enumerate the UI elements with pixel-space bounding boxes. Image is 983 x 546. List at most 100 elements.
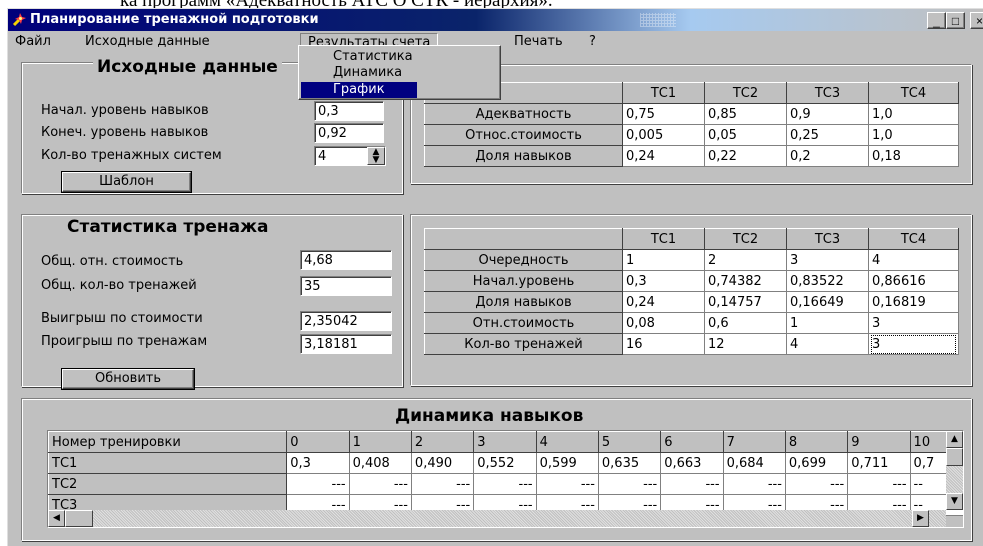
minimize-button[interactable]: _ — [927, 12, 946, 29]
table-cell[interactable]: 0,85 — [704, 103, 787, 125]
table-cell[interactable]: 0,83522 — [786, 270, 869, 292]
column-header: ТС3 — [786, 82, 869, 104]
column-header: ТС2 — [704, 82, 787, 104]
row-header: Доля навыков — [424, 145, 623, 167]
scroll-left-button[interactable]: ◀ — [48, 510, 65, 527]
table-cell[interactable]: --- — [348, 473, 412, 495]
row-header: Кол-во тренажей — [424, 333, 623, 355]
table-cell[interactable]: --- — [847, 473, 911, 495]
column-header: 2 — [410, 431, 475, 453]
table-cell[interactable]: 0,3 — [286, 452, 350, 474]
scroll-right-button[interactable]: ▶ — [912, 510, 929, 527]
table-cell[interactable]: 0,490 — [410, 452, 475, 474]
coefficients-table: ТС1 ТС2 ТС3 ТС4 Адекватность 0,75 0,85 0… — [424, 82, 959, 167]
table-cell[interactable]: --- — [410, 473, 475, 495]
table-cell[interactable]: 0,2 — [786, 145, 869, 167]
table-cell[interactable]: 1 — [622, 249, 705, 271]
table-cell[interactable]: --- — [784, 473, 849, 495]
close-button[interactable]: × — [970, 12, 983, 29]
table-cell-focused[interactable]: 3 — [868, 333, 959, 355]
table-cell[interactable]: 0,08 — [622, 312, 705, 334]
column-header: 5 — [597, 431, 662, 453]
table-cell[interactable]: 0,699 — [784, 452, 849, 474]
row-header: ТС2 — [48, 473, 288, 495]
table-cell[interactable]: 1,0 — [868, 103, 959, 125]
table-cell[interactable]: 0,552 — [473, 452, 537, 474]
table-cell[interactable]: 0,74382 — [704, 270, 787, 292]
scroll-down-button[interactable]: ▼ — [946, 493, 963, 510]
table-cell[interactable]: --- — [286, 473, 350, 495]
total-cost-label: Общ. отн. стоимость — [41, 254, 184, 269]
menu-item-chart[interactable]: График — [301, 82, 417, 98]
window-title: Планирование тренажной подготовки — [30, 12, 319, 27]
table-row: Доля навыков 0,24 0,14757 0,16649 0,1681… — [424, 291, 959, 313]
table-cell[interactable]: --- — [473, 473, 537, 495]
column-header: 6 — [660, 431, 724, 453]
table-cell[interactable]: 0,16649 — [786, 291, 869, 313]
table-cell[interactable]: 0,24 — [622, 291, 705, 313]
maximize-button[interactable]: □ — [946, 12, 965, 29]
table-cell[interactable]: 12 — [704, 333, 787, 355]
table-cell[interactable]: 1 — [786, 312, 869, 334]
cost-gain-field[interactable] — [300, 311, 392, 331]
menu-item-statistics[interactable]: Статистика — [301, 49, 417, 65]
table-cell[interactable]: 0,14757 — [704, 291, 787, 313]
column-header: 0 — [286, 431, 350, 453]
table-cell[interactable]: 0,25 — [786, 124, 869, 146]
table-cell[interactable]: 0,75 — [622, 103, 705, 125]
table-cell[interactable]: 0,684 — [722, 452, 786, 474]
table-cell[interactable]: 0,05 — [704, 124, 787, 146]
table-cell[interactable]: 16 — [622, 333, 705, 355]
table-cell[interactable]: 0,663 — [660, 452, 724, 474]
table-cell[interactable]: 0,86616 — [868, 270, 959, 292]
table-cell[interactable]: 0,635 — [597, 452, 662, 474]
table-row: Адекватность 0,75 0,85 0,9 1,0 — [424, 103, 959, 125]
column-header: ТС3 — [786, 228, 869, 250]
table-cell[interactable]: --- — [535, 473, 599, 495]
table-cell[interactable]: 1,0 — [868, 124, 959, 146]
menu-file[interactable]: Файл — [8, 33, 58, 51]
menu-print[interactable]: Печать — [507, 33, 570, 51]
table-cell[interactable]: 0,9 — [786, 103, 869, 125]
table-cell[interactable]: --- — [660, 473, 724, 495]
table-cell[interactable]: 3 — [786, 249, 869, 271]
table-cell[interactable]: 0,16819 — [868, 291, 959, 313]
end-skill-input[interactable] — [314, 123, 384, 143]
template-button[interactable]: Шаблон — [62, 172, 191, 192]
title-bar[interactable]: Планирование тренажной подготовки _ □ × — [8, 9, 983, 31]
total-cost-field[interactable] — [300, 250, 392, 270]
table-cell[interactable]: 0,6 — [704, 312, 787, 334]
menu-help[interactable]: ? — [582, 33, 603, 51]
start-skill-input[interactable] — [314, 101, 384, 121]
table-cell[interactable]: 4 — [868, 249, 959, 271]
dynamics-grid[interactable]: Номер тренировки 0 1 2 3 4 5 6 7 8 9 10 … — [47, 430, 964, 528]
menu-item-dynamics[interactable]: Динамика — [301, 65, 417, 81]
table-cell[interactable]: 3 — [868, 312, 959, 334]
table-cell[interactable]: 2 — [704, 249, 787, 271]
table-cell[interactable]: 0,599 — [535, 452, 599, 474]
column-header: ТС4 — [868, 82, 959, 104]
dynamics-table: Номер тренировки 0 1 2 3 4 5 6 7 8 9 10 … — [48, 431, 963, 516]
results-dropdown-menu: Статистика Динамика График — [298, 45, 501, 100]
table-row: ТС1 0,3 0,408 0,490 0,552 0,599 0,635 0,… — [48, 452, 963, 474]
systems-count-stepper[interactable]: ▲ ▼ — [367, 147, 385, 165]
menu-input-data[interactable]: Исходные данные — [78, 33, 217, 51]
table-cell[interactable]: 4 — [786, 333, 869, 355]
table-cell[interactable]: 0,24 — [622, 145, 705, 167]
scroll-up-button[interactable]: ▲ — [946, 431, 963, 448]
horizontal-scrollbar[interactable] — [48, 510, 946, 527]
table-cell[interactable]: --- — [597, 473, 662, 495]
table-cell[interactable]: 0,18 — [868, 145, 959, 167]
table-cell[interactable]: 0,005 — [622, 124, 705, 146]
table-cell[interactable]: 0,408 — [348, 452, 412, 474]
table-cell[interactable]: 0,711 — [847, 452, 911, 474]
total-trainings-field[interactable] — [300, 276, 392, 296]
training-loss-field[interactable] — [300, 334, 392, 354]
table-cell[interactable]: 0,22 — [704, 145, 787, 167]
refresh-button[interactable]: Обновить — [62, 369, 194, 389]
table-cell[interactable]: 0,3 — [622, 270, 705, 292]
horizontal-scroll-thumb[interactable] — [65, 510, 93, 527]
app-icon — [12, 13, 26, 27]
table-cell[interactable]: --- — [722, 473, 786, 495]
vertical-scroll-thumb[interactable] — [946, 448, 963, 466]
